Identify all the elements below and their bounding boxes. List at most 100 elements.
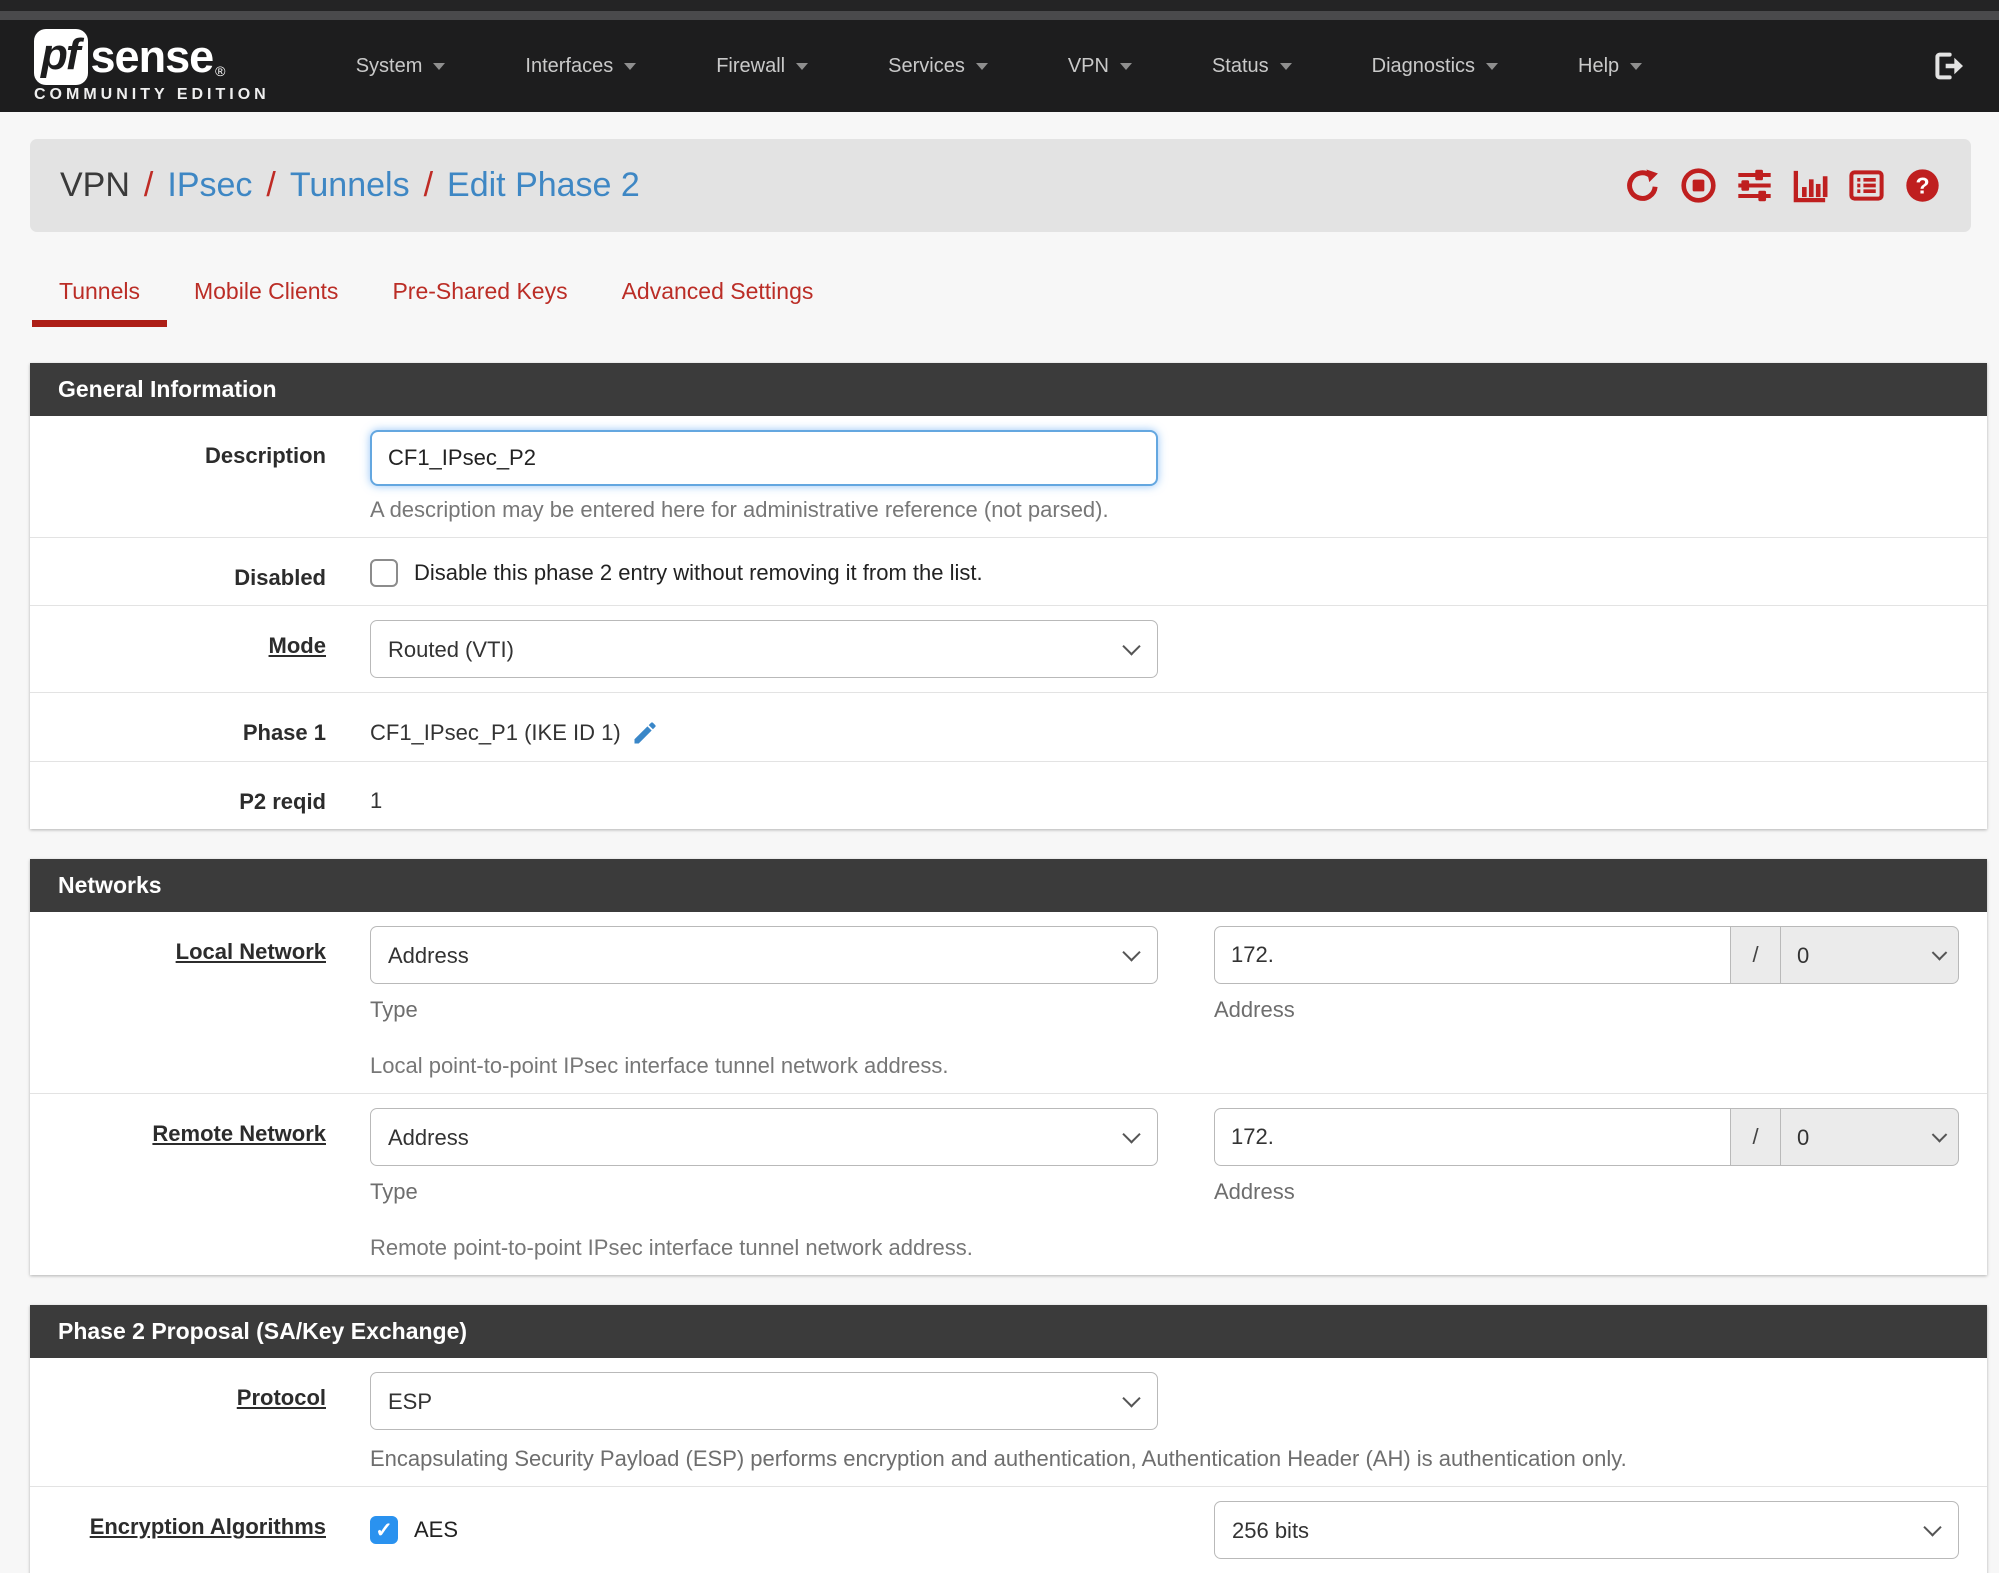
aes-checkbox-label: AES	[414, 1517, 459, 1542]
caret-down-icon	[433, 62, 446, 70]
p2reqid-label: P2 reqid	[239, 789, 326, 814]
local-network-help: Local point-to-point IPsec interface tun…	[370, 1053, 949, 1078]
form-row-encryption-aes: Encryption Algorithms ✓ AES 256 bits	[30, 1487, 1987, 1573]
caret-down-icon	[1486, 62, 1499, 70]
encryption-algorithms-label[interactable]: Encryption Algorithms	[58, 1501, 370, 1540]
logo-registered-mark: ®	[215, 62, 226, 79]
address-slash-separator: /	[1731, 926, 1781, 984]
aes-checkbox[interactable]: ✓	[370, 1516, 398, 1544]
local-address-input[interactable]	[1214, 926, 1731, 984]
breadcrumb: VPN / IPsec / Tunnels / Edit Phase 2	[60, 166, 640, 205]
local-type-sublabel: Type	[370, 997, 418, 1022]
caret-down-icon	[1279, 62, 1292, 70]
pf-logo-tile: pf	[34, 28, 88, 85]
breadcrumb-separator: /	[423, 166, 434, 204]
protocol-help: Encapsulating Security Payload (ESP) per…	[370, 1446, 1627, 1471]
tab-tunnels[interactable]: Tunnels	[32, 266, 167, 327]
local-prefix-select[interactable]: 0	[1781, 926, 1959, 984]
panel-general-information: General Information Description A descri…	[30, 363, 1987, 829]
breadcrumb-vpn: VPN	[60, 166, 130, 204]
logo-sense-text: sense	[90, 30, 215, 82]
form-row-phase1: Phase 1 CF1_IPsec_P1 (IKE ID 1)	[30, 693, 1987, 762]
p2reqid-value: 1	[370, 788, 383, 813]
form-row-local-network: Local Network Address Type Local point-t…	[30, 912, 1987, 1094]
breadcrumb-link-tunnels[interactable]: Tunnels	[290, 166, 410, 205]
local-network-label[interactable]: Local Network	[58, 926, 370, 965]
remote-network-label[interactable]: Remote Network	[58, 1108, 370, 1147]
caret-down-icon	[1119, 62, 1132, 70]
breadcrumb-link-ipsec[interactable]: IPsec	[167, 166, 252, 205]
mode-label[interactable]: Mode	[58, 620, 370, 659]
disabled-checkbox-label: Disable this phase 2 entry without remov…	[414, 560, 983, 585]
breadcrumb-separator: /	[266, 166, 276, 204]
section-title: General Information	[30, 363, 1987, 416]
tab-pre-shared-keys[interactable]: Pre-Shared Keys	[365, 266, 594, 327]
description-input[interactable]	[370, 430, 1158, 486]
nav-item-status[interactable]: Status	[1172, 55, 1332, 78]
form-row-mode: Mode Routed (VTI)	[30, 606, 1987, 693]
caret-down-icon	[796, 62, 809, 70]
tab-advanced-settings[interactable]: Advanced Settings	[595, 266, 841, 327]
section-title: Phase 2 Proposal (SA/Key Exchange)	[30, 1305, 1987, 1358]
browser-toolbar-strip	[0, 11, 1999, 20]
stop-circle-icon[interactable]	[1680, 167, 1717, 204]
phase1-value: CF1_IPsec_P1 (IKE ID 1)	[370, 720, 621, 745]
nav-item-diagnostics[interactable]: Diagnostics	[1332, 55, 1538, 78]
refresh-icon[interactable]	[1624, 167, 1661, 204]
breadcrumb-separator: /	[143, 166, 154, 204]
nav-item-vpn[interactable]: VPN	[1028, 55, 1172, 78]
remote-network-type-select[interactable]: Address	[370, 1108, 1158, 1166]
nav-item-firewall[interactable]: Firewall	[676, 55, 848, 78]
disabled-checkbox[interactable]	[370, 559, 398, 587]
remote-address-input[interactable]	[1214, 1108, 1731, 1166]
mode-select[interactable]: Routed (VTI)	[370, 620, 1158, 678]
section-title: Networks	[30, 859, 1987, 912]
panel-phase2-proposal: Phase 2 Proposal (SA/Key Exchange) Proto…	[30, 1305, 1987, 1573]
bar-chart-icon[interactable]	[1792, 167, 1829, 204]
phase1-label: Phase 1	[242, 720, 326, 745]
nav-item-help[interactable]: Help	[1538, 55, 1682, 78]
top-navbar: pf sense ® COMMUNITY EDITION System Inte…	[0, 20, 1999, 112]
nav-item-system[interactable]: System	[316, 55, 486, 78]
address-slash-separator: /	[1731, 1108, 1781, 1166]
nav-menu: System Interfaces Firewall Services VPN …	[316, 55, 1682, 78]
caret-down-icon	[1630, 62, 1643, 70]
aes-keylength-select[interactable]: 256 bits	[1214, 1501, 1959, 1559]
pencil-icon[interactable]	[631, 719, 659, 747]
pfsense-logo[interactable]: pf sense ® COMMUNITY EDITION	[34, 28, 270, 104]
remote-address-sublabel: Address	[1214, 1179, 1295, 1204]
protocol-label[interactable]: Protocol	[58, 1372, 370, 1411]
form-row-disabled: Disabled Disable this phase 2 entry with…	[30, 538, 1987, 606]
form-row-p2reqid: P2 reqid 1	[30, 762, 1987, 829]
form-row-description: Description A description may be entered…	[30, 416, 1987, 538]
form-row-protocol: Protocol ESP Encapsulating Security Payl…	[30, 1358, 1987, 1487]
logo-subtitle: COMMUNITY EDITION	[34, 85, 270, 103]
disabled-label: Disabled	[234, 565, 326, 590]
sliders-icon[interactable]	[1736, 167, 1773, 204]
caret-down-icon	[975, 62, 988, 70]
help-icon[interactable]: ?	[1904, 167, 1941, 204]
remote-prefix-select[interactable]: 0	[1781, 1108, 1959, 1166]
page-action-icons: ?	[1624, 167, 1941, 204]
svg-text:?: ?	[1915, 173, 1929, 199]
local-address-sublabel: Address	[1214, 997, 1295, 1022]
browser-top-strip	[0, 0, 1999, 11]
caret-down-icon	[624, 62, 637, 70]
tab-bar: Tunnels Mobile Clients Pre-Shared Keys A…	[32, 266, 1969, 327]
nav-item-interfaces[interactable]: Interfaces	[485, 55, 676, 78]
tab-mobile-clients[interactable]: Mobile Clients	[167, 266, 365, 327]
remote-network-help: Remote point-to-point IPsec interface tu…	[370, 1235, 973, 1260]
logo-pf-text: pf	[41, 29, 81, 79]
breadcrumb-panel: VPN / IPsec / Tunnels / Edit Phase 2 ?	[30, 139, 1971, 232]
local-network-type-select[interactable]: Address	[370, 926, 1158, 984]
form-row-remote-network: Remote Network Address Type Remote point…	[30, 1094, 1987, 1275]
panel-networks: Networks Local Network Address Type Loca…	[30, 859, 1987, 1275]
description-label: Description	[204, 443, 326, 468]
description-help: A description may be entered here for ad…	[370, 497, 1109, 522]
protocol-select[interactable]: ESP	[370, 1372, 1158, 1430]
breadcrumb-link-edit-phase2[interactable]: Edit Phase 2	[447, 166, 640, 205]
remote-type-sublabel: Type	[370, 1179, 418, 1204]
nav-item-services[interactable]: Services	[848, 55, 1028, 78]
sign-out-icon[interactable]	[1933, 50, 1965, 82]
log-icon[interactable]	[1848, 167, 1885, 204]
